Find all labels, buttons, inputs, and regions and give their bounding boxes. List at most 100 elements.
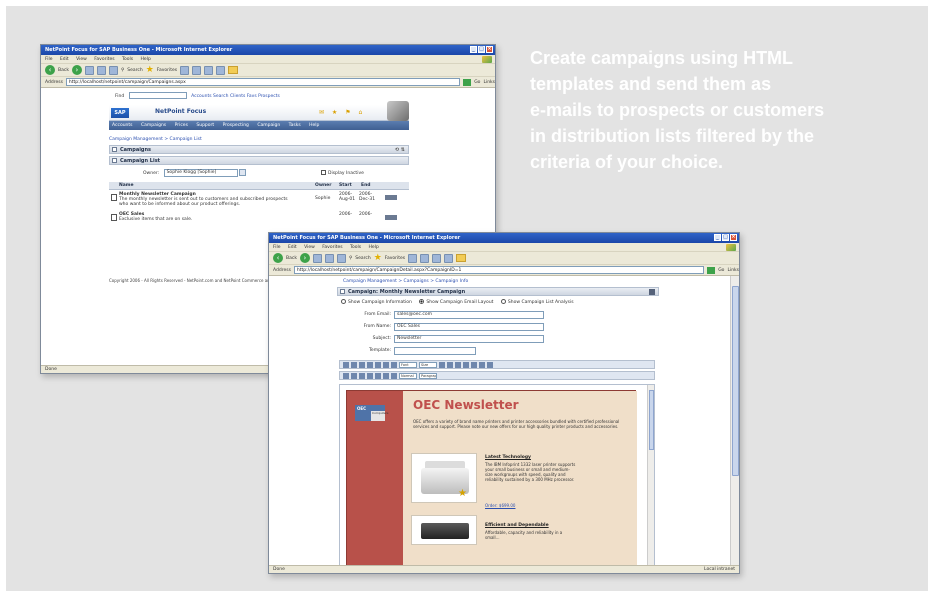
image-icon[interactable]	[479, 361, 485, 368]
menu-file[interactable]: File	[273, 245, 281, 250]
back-label[interactable]: Back	[58, 68, 69, 73]
media-icon[interactable]	[408, 253, 418, 263]
spell-icon[interactable]	[391, 372, 397, 379]
nav-item[interactable]: Support	[196, 123, 214, 128]
print-icon[interactable]	[444, 253, 454, 263]
search-label[interactable]: Search	[127, 68, 142, 73]
history-icon[interactable]	[192, 65, 202, 75]
undo-icon[interactable]	[367, 372, 373, 379]
home-icon[interactable]	[336, 253, 346, 263]
font-color-icon[interactable]	[439, 361, 445, 368]
menu-favorites[interactable]: Favorites	[94, 57, 114, 62]
forward-arrow-icon[interactable]: ›	[71, 65, 82, 75]
chevron-down-icon[interactable]	[239, 169, 247, 176]
links-button[interactable]: Links	[483, 80, 495, 85]
owner-select[interactable]: Sophie Klogg [Sophie]	[163, 168, 238, 177]
back-label[interactable]: Back	[286, 256, 297, 261]
copy-icon[interactable]	[351, 372, 357, 379]
folder-icon[interactable]	[228, 66, 239, 74]
menu-view[interactable]: View	[76, 57, 87, 62]
collapse-icon[interactable]	[340, 289, 345, 294]
minimize-button[interactable]: _	[714, 234, 721, 241]
history-icon[interactable]	[420, 253, 430, 263]
nav-item[interactable]: Help	[309, 123, 319, 128]
menu-view[interactable]: View	[304, 245, 315, 250]
paste-icon[interactable]	[359, 372, 365, 379]
style-select[interactable]: Normal	[399, 372, 417, 379]
refresh-icon[interactable]	[96, 65, 106, 75]
go-button[interactable]: Go	[718, 268, 724, 273]
item1-title[interactable]: Latest Technology	[485, 455, 531, 460]
item2-title[interactable]: Efficient and Dependable	[485, 523, 549, 528]
justify-icon[interactable]	[367, 361, 373, 368]
radio-label[interactable]: Show Campaign List Analysis	[508, 300, 574, 305]
col-name[interactable]: Name	[119, 182, 134, 190]
from-email-field[interactable]: sales@oec.com	[394, 311, 544, 319]
menu-tools[interactable]: Tools	[122, 57, 133, 62]
underline-icon[interactable]	[463, 361, 469, 368]
align-right-icon[interactable]	[359, 361, 365, 368]
search-label[interactable]: Search	[355, 256, 370, 261]
col-end[interactable]: End	[361, 182, 371, 190]
html-editor-area[interactable]: OEC Computers OEC Newsletter OEC offers …	[339, 384, 655, 572]
redo-icon[interactable]	[375, 372, 381, 379]
close-button[interactable]: ×	[730, 234, 737, 241]
radio-show-list-analysis[interactable]	[500, 299, 506, 304]
list-icon[interactable]	[375, 361, 381, 368]
address-input[interactable]: http://localhost/netpoint/campaign/Campa…	[65, 78, 461, 86]
refresh-icon[interactable]	[324, 253, 334, 263]
radio-label[interactable]: Show Campaign Information	[348, 300, 412, 305]
favorites-star-icon[interactable]: ★	[374, 253, 382, 263]
from-name-field[interactable]: OEC Sales	[394, 323, 544, 331]
menu-help[interactable]: Help	[369, 245, 379, 250]
go-arrow-icon[interactable]	[707, 266, 716, 274]
radio-label[interactable]: Show Campaign Email Layout	[426, 300, 493, 305]
align-center-icon[interactable]	[351, 361, 357, 368]
align-left-icon[interactable]	[343, 361, 349, 368]
back-arrow-icon[interactable]: ‹	[45, 65, 55, 75]
font-size-select[interactable]: Size	[419, 361, 437, 368]
item1-order-link[interactable]: Order: $699.00	[485, 503, 515, 508]
folder-icon[interactable]	[456, 254, 467, 262]
col-owner[interactable]: Owner	[315, 182, 331, 190]
italic-icon[interactable]	[455, 361, 461, 368]
find-input[interactable]	[128, 92, 187, 99]
col-start[interactable]: Start	[339, 182, 352, 190]
indent-icon[interactable]	[383, 361, 389, 368]
home-icon[interactable]	[108, 65, 118, 75]
favorites-label[interactable]: Favorites	[157, 68, 177, 73]
menu-favorites[interactable]: Favorites	[322, 245, 342, 250]
stop-icon[interactable]	[312, 253, 322, 263]
stop-icon[interactable]	[84, 65, 94, 75]
collapse-icon[interactable]	[112, 147, 117, 152]
bold-icon[interactable]	[447, 361, 453, 368]
quick-links[interactable]: Accounts Search Clients Favs Prospects	[191, 94, 280, 99]
template-select[interactable]	[394, 347, 476, 355]
radio-show-email-layout[interactable]	[419, 299, 425, 304]
nav-item[interactable]: Tasks	[289, 123, 301, 128]
subject-field[interactable]: Newsletter	[394, 335, 544, 343]
menu-tools[interactable]: Tools	[350, 245, 361, 250]
go-button[interactable]: Go	[474, 80, 480, 85]
scrollbar-thumb[interactable]	[732, 286, 739, 476]
link-icon[interactable]	[471, 361, 477, 368]
address-input[interactable]: http://localhost/netpoint/campaign/Campa…	[293, 266, 705, 274]
breadcrumb[interactable]: Campaign Management > Campaigns > Campai…	[343, 279, 468, 284]
paragraph-select[interactable]: Paragraph	[419, 372, 437, 379]
nav-item[interactable]: Prices	[175, 123, 188, 128]
menu-edit[interactable]: Edit	[60, 57, 69, 62]
editor-scrollbar[interactable]	[647, 385, 654, 571]
scrollbar-thumb[interactable]	[649, 390, 654, 450]
campaign-list-header[interactable]: Campaign List	[109, 156, 409, 165]
display-inactive-checkbox[interactable]: Display Inactive	[321, 168, 364, 180]
nav-item[interactable]: Accounts	[112, 123, 133, 128]
favorites-star-icon[interactable]: ★	[146, 65, 154, 75]
mail-icon[interactable]	[204, 65, 214, 75]
table-row[interactable]: Monthly Newsletter Campaign The monthly …	[109, 192, 409, 210]
nav-item[interactable]: Campaigns	[141, 123, 166, 128]
row-actions-icon[interactable]	[385, 195, 397, 200]
outdent-icon[interactable]	[391, 361, 397, 368]
find-icon[interactable]	[383, 372, 389, 379]
cut-icon[interactable]	[343, 372, 349, 379]
menu-file[interactable]: File	[45, 57, 53, 62]
